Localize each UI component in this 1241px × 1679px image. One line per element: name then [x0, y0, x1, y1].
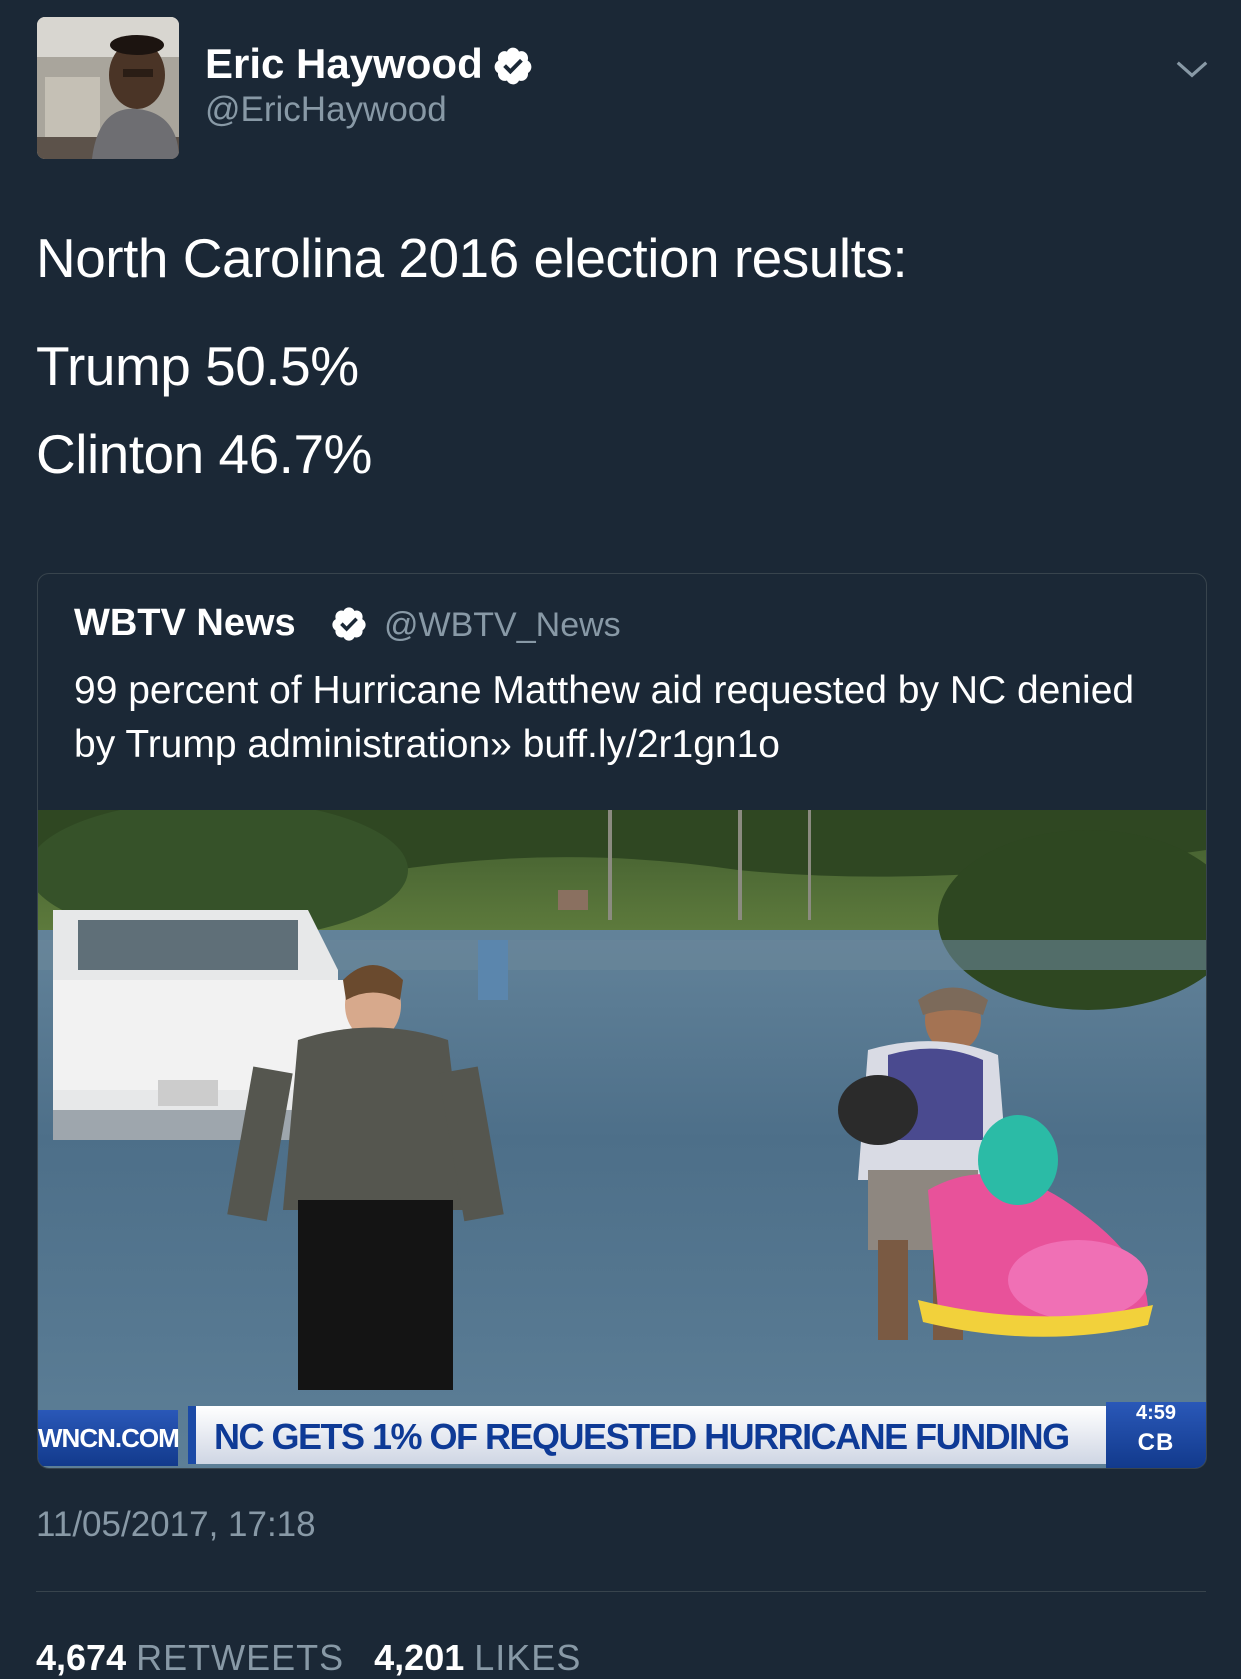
quoted-tweet-card[interactable]: WBTV News @WBTV_News 99 percent of Hurri…	[37, 573, 1207, 1469]
author-name[interactable]: Eric Haywood	[205, 40, 483, 88]
quoted-author-handle: @WBTV_News	[384, 606, 621, 644]
headline-bar: NC GETS 1% OF REQUESTED HURRICANE FUNDIN…	[188, 1406, 1106, 1464]
retweet-count: 4,674	[36, 1637, 127, 1678]
tweet-text-line-3: Clinton 46.7%	[36, 423, 372, 485]
divider	[36, 1591, 1206, 1592]
tweet-text-line-2: Trump 50.5%	[36, 335, 359, 397]
news-headline: NC GETS 1% OF REQUESTED HURRICANE FUNDIN…	[214, 1416, 1070, 1457]
tweet-timestamp[interactable]: 11/05/2017, 17:18	[36, 1505, 316, 1545]
tweet-stats: 4,674 RETWEETS 4,201 LIKES	[36, 1637, 581, 1679]
quoted-media-image[interactable]: WNCN.COM NC GETS 1% OF REQUESTED HURRICA…	[38, 810, 1206, 1468]
quoted-tweet-text: 99 percent of Hurricane Matthew aid requ…	[74, 669, 1135, 766]
tweet-text-line-1: North Carolina 2016 election results:	[36, 227, 908, 289]
flood-scene-image	[38, 810, 1206, 1468]
retweet-stat[interactable]: 4,674 RETWEETS	[36, 1637, 354, 1678]
news-clock: 4:59 CB	[1106, 1402, 1206, 1468]
network-logo: CB	[1137, 1429, 1175, 1456]
verified-badge-icon	[494, 47, 532, 85]
avatar[interactable]	[37, 17, 179, 159]
news-lower-third: WNCN.COM NC GETS 1% OF REQUESTED HURRICA…	[38, 1402, 1206, 1468]
chevron-down-icon[interactable]	[1173, 50, 1211, 88]
like-count: 4,201	[374, 1637, 465, 1678]
retweet-label: RETWEETS	[136, 1637, 345, 1678]
author-handle[interactable]: @EricHaywood	[205, 90, 447, 130]
avatar-image	[37, 17, 179, 159]
like-stat[interactable]: 4,201 LIKES	[374, 1637, 581, 1678]
quoted-author-name: WBTV News	[74, 602, 296, 644]
station-logo: WNCN.COM	[38, 1410, 180, 1466]
verified-badge-icon	[332, 607, 366, 641]
clock-time: 4:59	[1135, 1402, 1177, 1424]
like-label: LIKES	[474, 1637, 582, 1678]
